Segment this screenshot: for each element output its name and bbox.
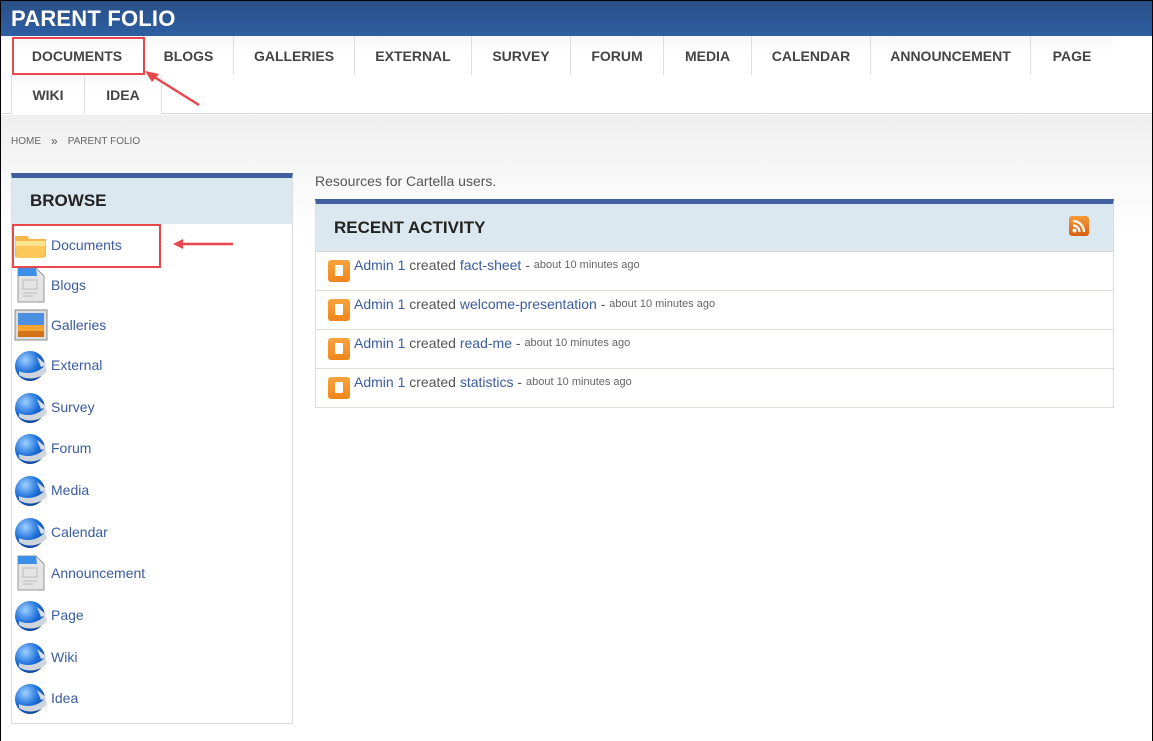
browse-item-label[interactable]: Forum <box>51 440 91 456</box>
activity-item-link[interactable]: welcome-presentation <box>460 296 597 312</box>
rss-icon[interactable] <box>1069 216 1089 236</box>
activity-verb: created <box>409 296 456 312</box>
activity-user-link[interactable]: Admin 1 <box>354 335 405 351</box>
recent-activity-title: RECENT ACTIVITY <box>334 217 486 237</box>
browse-item-label[interactable]: Announcement <box>51 565 145 581</box>
browse-item-announcement[interactable]: Announcement <box>13 555 145 591</box>
document-page-icon <box>13 267 49 303</box>
activity-time: about 10 minutes ago <box>524 337 631 349</box>
nav-tab-documents[interactable]: DOCUMENTS <box>11 36 144 75</box>
activity-user-link[interactable]: Admin 1 <box>354 296 405 312</box>
nav-tab-calendar[interactable]: CALENDAR <box>752 36 871 75</box>
activity-dash: - <box>596 296 610 312</box>
browse-item-label[interactable]: Galleries <box>51 317 106 333</box>
document-icon <box>328 299 350 321</box>
activity-row: Admin 1 created welcome-presentation - a… <box>316 291 1113 330</box>
browse-title: BROWSE <box>12 178 292 224</box>
activity-row: Admin 1 created fact-sheet - about 10 mi… <box>316 252 1113 291</box>
globe-arrow-icon <box>13 680 49 716</box>
activity-verb: created <box>409 374 456 390</box>
browse-item-label[interactable]: Calendar <box>51 524 108 540</box>
nav-tab-survey[interactable]: SURVEY <box>472 36 571 75</box>
nav-row-2: WIKI IDEA <box>11 75 162 114</box>
browse-item-external[interactable]: External <box>13 347 102 383</box>
document-page-icon <box>13 555 49 591</box>
activity-time: about 10 minutes ago <box>525 376 632 388</box>
activity-row: Admin 1 created statistics - about 10 mi… <box>316 369 1113 408</box>
folder-icon <box>13 227 49 263</box>
activity-row: Admin 1 created read-me - about 10 minut… <box>316 330 1113 369</box>
activity-user-link[interactable]: Admin 1 <box>354 374 405 390</box>
folio-description: Resources for Cartella users. <box>315 173 497 189</box>
nav-tab-wiki[interactable]: WIKI <box>11 75 85 114</box>
browse-item-blogs[interactable]: Blogs <box>13 267 86 303</box>
activity-item-link[interactable]: read-me <box>460 335 512 351</box>
globe-arrow-icon <box>13 389 49 425</box>
browse-item-label[interactable]: Documents <box>51 237 122 253</box>
activity-item-link[interactable]: fact-sheet <box>460 257 521 273</box>
recent-activity-panel: RECENT ACTIVITY Admin 1 created fact-she… <box>315 199 1114 408</box>
globe-arrow-icon <box>13 430 49 466</box>
globe-arrow-icon <box>13 639 49 675</box>
picture-icon <box>13 307 49 343</box>
browse-item-label[interactable]: Media <box>51 482 89 498</box>
globe-arrow-icon <box>13 472 49 508</box>
browse-item-label[interactable]: Page <box>51 607 84 623</box>
browse-item-page[interactable]: Page <box>13 597 84 633</box>
nav-tab-media[interactable]: MEDIA <box>664 36 752 75</box>
activity-dash: - <box>511 335 525 351</box>
browse-item-label[interactable]: Blogs <box>51 277 86 293</box>
breadcrumb-separator: » <box>51 134 58 148</box>
activity-time: about 10 minutes ago <box>609 298 716 310</box>
nav-tab-blogs[interactable]: BLOGS <box>144 36 234 75</box>
nav-tab-external[interactable]: EXTERNAL <box>355 36 472 75</box>
activity-time: about 10 minutes ago <box>533 259 640 271</box>
browse-item-label[interactable]: Survey <box>51 399 95 415</box>
activity-dash: - <box>521 257 534 273</box>
recent-activity-header: RECENT ACTIVITY <box>316 204 1113 252</box>
document-icon <box>328 260 350 282</box>
breadcrumb-current: PARENT FOLIO <box>67 135 141 147</box>
breadcrumb-home[interactable]: HOME <box>11 136 41 147</box>
browse-item-label[interactable]: Idea <box>51 690 78 706</box>
activity-verb: created <box>409 335 456 351</box>
globe-arrow-icon <box>13 514 49 550</box>
browse-item-calendar[interactable]: Calendar <box>13 514 108 550</box>
activity-user-link[interactable]: Admin 1 <box>354 257 405 273</box>
browse-item-documents[interactable]: Documents <box>13 227 122 263</box>
site-header: PARENT FOLIO <box>1 1 1152 36</box>
browse-item-idea[interactable]: Idea <box>13 680 78 716</box>
browse-item-media[interactable]: Media <box>13 472 89 508</box>
activity-item-link[interactable]: statistics <box>460 374 514 390</box>
nav-tab-announcement[interactable]: ANNOUNCEMENT <box>871 36 1031 75</box>
globe-arrow-icon <box>13 597 49 633</box>
browse-item-galleries[interactable]: Galleries <box>13 307 106 343</box>
nav-tab-page[interactable]: PAGE <box>1031 36 1113 75</box>
browse-item-label[interactable]: Wiki <box>51 649 77 665</box>
browse-item-wiki[interactable]: Wiki <box>13 639 77 675</box>
browse-item-survey[interactable]: Survey <box>13 389 95 425</box>
browse-item-label[interactable]: External <box>51 357 102 373</box>
nav-tab-forum[interactable]: FORUM <box>571 36 664 75</box>
main-nav: DOCUMENTS BLOGS GALLERIES EXTERNAL SURVE… <box>1 36 1152 114</box>
document-icon <box>328 338 350 360</box>
nav-tab-galleries[interactable]: GALLERIES <box>234 36 355 75</box>
breadcrumb: HOME » PARENT FOLIO <box>11 134 140 148</box>
nav-tab-idea[interactable]: IDEA <box>85 75 162 114</box>
activity-verb: created <box>409 257 456 273</box>
browse-item-forum[interactable]: Forum <box>13 430 91 466</box>
globe-arrow-icon <box>13 347 49 383</box>
activity-dash: - <box>513 374 526 390</box>
site-title: PARENT FOLIO <box>11 6 176 31</box>
document-icon <box>328 377 350 399</box>
nav-row-1: DOCUMENTS BLOGS GALLERIES EXTERNAL SURVE… <box>11 36 1113 75</box>
